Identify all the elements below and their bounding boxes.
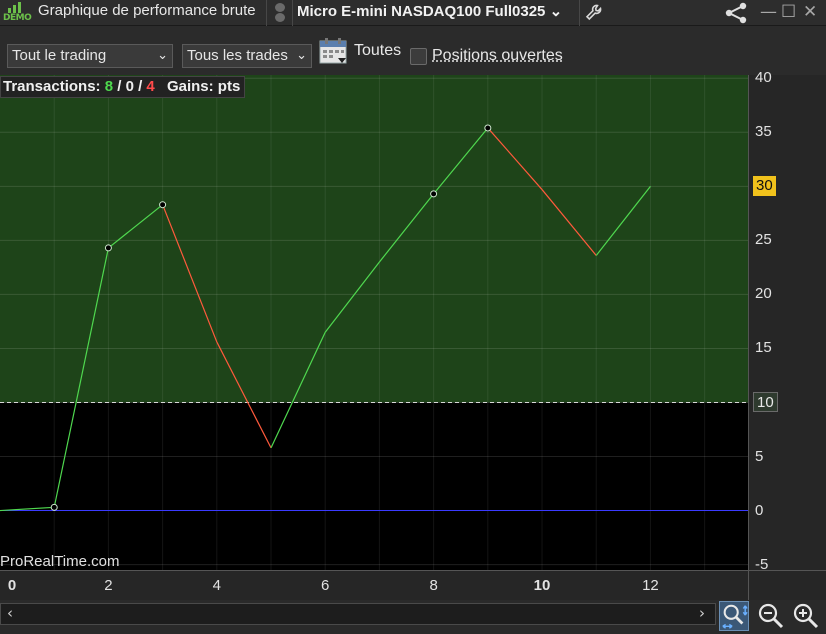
x-tick-label: 2 bbox=[104, 577, 113, 594]
equity-chart[interactable]: Transactions: 8 / 0 / 4 Gains: pts ProRe… bbox=[0, 75, 748, 570]
y-tick-label: 25 bbox=[755, 231, 772, 249]
y-tick-label: 5 bbox=[755, 447, 764, 465]
period-label[interactable]: Toutes bbox=[354, 42, 401, 60]
share-icon[interactable] bbox=[723, 1, 751, 25]
open-positions-checkbox[interactable] bbox=[410, 48, 427, 65]
equity-plot bbox=[0, 75, 748, 570]
x-tick-label: 12 bbox=[642, 577, 659, 594]
neutral-count: 0 bbox=[125, 78, 134, 95]
x-axis[interactable]: 0 2 4 6 8 10 12 bbox=[0, 570, 748, 600]
open-positions-label[interactable]: Positions ouvertes bbox=[432, 47, 563, 65]
scope-select-value: Tout le trading bbox=[12, 47, 107, 64]
watermark: ProRealTime.com bbox=[0, 553, 120, 570]
above-threshold-area bbox=[0, 75, 748, 403]
link-icon[interactable] bbox=[273, 3, 287, 23]
zoom-out-icon[interactable] bbox=[756, 601, 786, 631]
chevron-down-icon: ⌄ bbox=[549, 3, 563, 20]
trades-select[interactable]: Tous les trades ⌄ bbox=[182, 44, 312, 68]
summary-separator: / bbox=[138, 78, 143, 95]
separator bbox=[579, 0, 580, 26]
x-tick-label: 0 bbox=[7, 577, 17, 594]
transactions-summary: Transactions: 8 / 0 / 4 Gains: pts bbox=[0, 76, 246, 98]
scroll-right-button[interactable]: › bbox=[699, 604, 705, 622]
separator bbox=[266, 0, 267, 26]
zoom-auto-icon[interactable] bbox=[719, 601, 749, 631]
minimize-button[interactable]: — bbox=[760, 2, 777, 22]
window-title: Graphique de performance brute bbox=[38, 2, 256, 19]
last-value-tag: 30 bbox=[753, 176, 776, 197]
x-tick-label: 8 bbox=[429, 577, 438, 594]
chevron-down-icon: ⌄ bbox=[296, 47, 307, 62]
trade-point-marker bbox=[50, 503, 58, 511]
trade-point-marker bbox=[430, 190, 438, 198]
title-bar: DEMO Graphique de performance brute Micr… bbox=[0, 0, 826, 26]
toolbar: Tout le trading ⌄ Tous les trades ⌄ Tout… bbox=[0, 27, 826, 75]
trade-point-marker bbox=[159, 201, 167, 209]
x-tick-label: 4 bbox=[212, 577, 221, 594]
transactions-label: Transactions: bbox=[3, 78, 101, 95]
close-button[interactable]: ✕ bbox=[803, 2, 817, 22]
horizontal-scrollbar[interactable]: ‹ › bbox=[0, 603, 716, 625]
threshold-tag: 10 bbox=[753, 392, 778, 413]
demo-logo-text: DEMO bbox=[3, 13, 32, 23]
trade-point-marker bbox=[484, 124, 492, 132]
trades-select-value: Tous les trades bbox=[187, 47, 288, 64]
trade-point-marker bbox=[104, 244, 112, 252]
winning-count: 8 bbox=[104, 78, 114, 95]
y-tick-label: 0 bbox=[755, 501, 764, 519]
losing-count: 4 bbox=[146, 78, 155, 95]
y-tick-label: 20 bbox=[755, 285, 772, 303]
instrument-name: Micro E-mini NASDAQ100 Full0325 bbox=[297, 3, 546, 20]
scope-select[interactable]: Tout le trading ⌄ bbox=[7, 44, 173, 68]
y-tick-label: 40 bbox=[755, 69, 772, 87]
bottom-bar: ‹ › bbox=[0, 600, 826, 634]
gains-unit-label: Gains: pts bbox=[166, 78, 241, 95]
summary-separator: / bbox=[117, 78, 122, 95]
instrument-selector[interactable]: Micro E-mini NASDAQ100 Full0325 ⌄ bbox=[297, 2, 562, 20]
scroll-left-button[interactable]: ‹ bbox=[7, 604, 13, 622]
y-axis[interactable]: -5 0 5 15 20 25 35 40 30 10 bbox=[748, 69, 826, 573]
maximize-button[interactable]: ☐ bbox=[781, 2, 796, 22]
chevron-down-icon: ⌄ bbox=[157, 47, 168, 62]
wrench-icon[interactable] bbox=[584, 3, 604, 23]
calendar-icon[interactable] bbox=[319, 38, 349, 66]
y-tick-label: 35 bbox=[755, 123, 772, 141]
demo-logo: DEMO bbox=[2, 2, 32, 23]
x-tick-label: 10 bbox=[533, 577, 551, 594]
separator bbox=[292, 0, 293, 26]
x-tick-label: 6 bbox=[321, 577, 330, 594]
y-tick-label: 15 bbox=[755, 339, 772, 357]
zoom-in-icon[interactable] bbox=[791, 601, 821, 631]
axis-corner bbox=[748, 570, 826, 600]
